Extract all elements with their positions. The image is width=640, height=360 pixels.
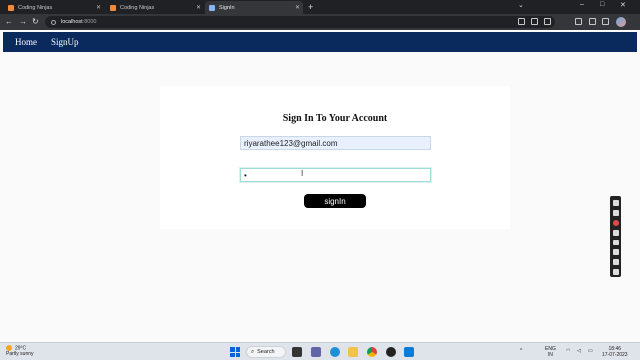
battery-icon[interactable]: ▭ bbox=[588, 348, 593, 354]
floating-toolbar bbox=[610, 196, 621, 277]
wifi-icon[interactable]: ◠ bbox=[566, 348, 570, 354]
tab-search-icon[interactable]: ⌄ bbox=[518, 1, 524, 9]
back-icon[interactable]: ← bbox=[5, 16, 13, 28]
nav-home-link[interactable]: Home bbox=[15, 37, 37, 47]
vscode-icon[interactable] bbox=[404, 347, 414, 357]
email-field[interactable] bbox=[240, 136, 431, 150]
minimize-icon[interactable]: – bbox=[580, 1, 584, 8]
clock[interactable]: 18:46 17-07-2023 bbox=[602, 346, 628, 358]
sidepanel-icon[interactable] bbox=[602, 18, 609, 25]
extension-icon[interactable] bbox=[575, 18, 582, 25]
settings-gear-icon[interactable] bbox=[612, 269, 619, 275]
search-label: Search bbox=[257, 349, 275, 355]
microphone-icon[interactable] bbox=[612, 229, 619, 236]
signin-card: Sign In To Your Account I signIn bbox=[160, 86, 510, 229]
profile-avatar-icon[interactable] bbox=[616, 17, 626, 27]
search-icon: ⌕ bbox=[251, 348, 255, 355]
weather-widget[interactable]: 29°C Partly sunny bbox=[6, 345, 34, 357]
share-icon[interactable] bbox=[531, 18, 538, 25]
media-player-icon[interactable] bbox=[386, 347, 396, 357]
site-navbar: Home SignUp bbox=[3, 32, 637, 52]
reload-icon[interactable]: ↻ bbox=[32, 16, 39, 28]
tab-label: Coding Ninjas bbox=[18, 4, 53, 11]
signin-button[interactable]: signIn bbox=[304, 194, 366, 208]
weather-condition: Partly sunny bbox=[6, 351, 34, 358]
page-title: Sign In To Your Account bbox=[282, 113, 388, 124]
tab-coding-ninjas-2[interactable]: Coding Ninjas ✕ bbox=[106, 1, 204, 14]
url-text: localhost:8000 bbox=[61, 19, 97, 25]
tab-coding-ninjas-1[interactable]: Coding Ninjas ✕ bbox=[4, 1, 104, 14]
close-icon[interactable]: ✕ bbox=[96, 4, 101, 11]
new-tab-icon[interactable]: + bbox=[308, 2, 313, 12]
tab-signin[interactable]: SignIn ✕ bbox=[205, 1, 303, 14]
chevron-up-icon[interactable]: ^ bbox=[520, 348, 522, 354]
sun-icon bbox=[6, 345, 12, 351]
edge-icon[interactable] bbox=[330, 347, 340, 357]
task-view-icon[interactable] bbox=[292, 347, 302, 357]
forward-icon[interactable]: → bbox=[19, 16, 27, 28]
volume-icon[interactable]: ◁ bbox=[577, 348, 581, 354]
chat-icon[interactable] bbox=[311, 347, 321, 357]
close-icon[interactable]: ✕ bbox=[196, 4, 201, 11]
bookmark-star-icon[interactable] bbox=[544, 18, 551, 25]
record-icon[interactable] bbox=[612, 219, 619, 226]
pen-icon[interactable] bbox=[612, 200, 619, 206]
key-icon[interactable] bbox=[518, 18, 525, 25]
language-indicator[interactable]: ENG IN bbox=[545, 346, 556, 358]
camera-icon[interactable] bbox=[612, 209, 619, 216]
tab-label: SignIn bbox=[219, 4, 235, 11]
coding-ninjas-favicon-icon bbox=[8, 4, 14, 11]
speaker-icon[interactable] bbox=[612, 239, 619, 246]
page-viewport: Home SignUp Sign In To Your Account I si… bbox=[0, 30, 640, 342]
nav-signup-link[interactable]: SignUp bbox=[51, 37, 79, 47]
coding-ninjas-favicon-icon bbox=[110, 4, 116, 11]
site-info-icon[interactable] bbox=[51, 19, 56, 25]
browser-tab-strip: Coding Ninjas ✕ Coding Ninjas ✕ SignIn ✕… bbox=[0, 0, 640, 14]
taskbar: 29°C Partly sunny ⌕ Search ^ ENG IN ◠ ◁ ▭… bbox=[0, 342, 640, 360]
text-cursor-icon: I bbox=[301, 169, 304, 178]
tab-label: Coding Ninjas bbox=[120, 4, 155, 11]
puzzle-icon[interactable] bbox=[589, 18, 596, 25]
maximize-icon[interactable]: □ bbox=[600, 1, 604, 8]
webcam-icon[interactable] bbox=[612, 249, 619, 256]
taskbar-search[interactable]: ⌕ Search bbox=[246, 346, 286, 358]
page-favicon-icon bbox=[209, 4, 215, 11]
password-field[interactable] bbox=[240, 168, 431, 182]
chrome-icon[interactable] bbox=[367, 347, 377, 357]
browser-toolbar: ← → ↻ localhost:8000 bbox=[0, 14, 640, 30]
file-explorer-icon[interactable] bbox=[348, 347, 358, 357]
window-close-icon[interactable]: ✕ bbox=[620, 1, 626, 9]
window-icon[interactable] bbox=[612, 259, 619, 266]
address-bar[interactable]: localhost:8000 bbox=[45, 16, 555, 28]
close-icon[interactable]: ✕ bbox=[295, 4, 300, 11]
windows-start-icon[interactable] bbox=[230, 347, 240, 357]
